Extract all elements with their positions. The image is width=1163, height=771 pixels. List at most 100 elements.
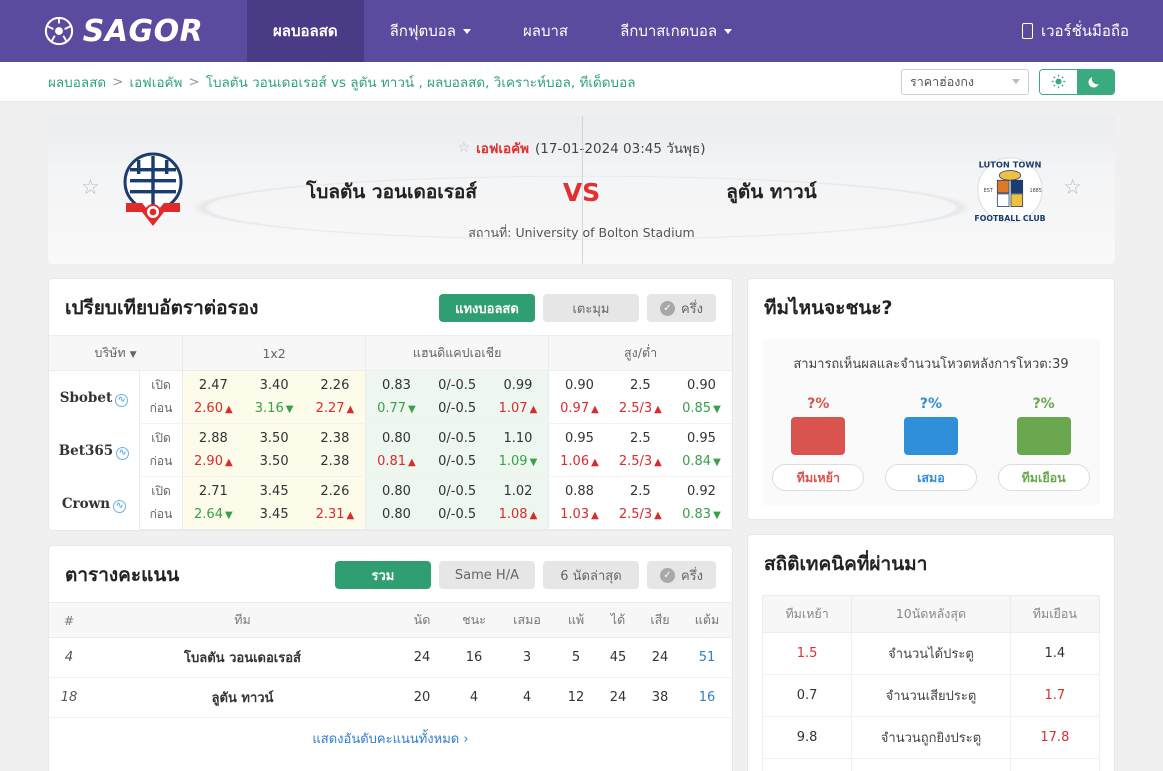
odds-ou-over[interactable]: 0.88 — [548, 476, 610, 503]
odds-1x2-away[interactable]: 2.27 ▲ — [304, 397, 366, 424]
odds-1x2-home[interactable]: 2.88 — [182, 423, 244, 450]
nav-item-basketball-leagues[interactable]: ลีกบาสเกตบอล — [594, 0, 758, 62]
odds-ah-away[interactable]: 0.99 — [487, 370, 549, 397]
table-row[interactable]: 4 โบลตัน วอนเดอเรอส์ 24 16 3 5 45 24 51 — [49, 637, 732, 678]
odds-ah-line[interactable]: 0/-0.5 — [426, 476, 488, 503]
tech-col-0: ทีมเหย้า — [761, 595, 853, 633]
odds-ah-line[interactable]: 0/-0.5 — [426, 450, 488, 477]
odds-1x2-away[interactable]: 2.38 — [304, 423, 366, 450]
odds-ou-line[interactable]: 2.5 — [609, 423, 671, 450]
odds-1x2-home[interactable]: 2.90 ▲ — [182, 450, 244, 477]
odds-ah-home[interactable]: 0.77 ▼ — [365, 397, 427, 424]
odds-1x2-away[interactable]: 2.38 — [304, 450, 366, 477]
odds-col-company[interactable]: บริษัท ▼ — [49, 335, 183, 371]
odds-1x2-draw[interactable]: 3.45 — [243, 476, 305, 503]
odds-card-title: เปรียบเทียบอัตราต่อรอง — [65, 297, 259, 319]
odds-1x2-draw[interactable]: 3.40 — [243, 370, 305, 397]
chart-circle-icon[interactable]: ∿ — [115, 394, 129, 408]
nav-item-live-scores[interactable]: ผลบอลสด — [247, 0, 364, 62]
breadcrumb-item-competition[interactable]: เอฟเอคัพ — [129, 71, 182, 93]
odds-ah-line[interactable]: 0/-0.5 — [426, 397, 488, 424]
vote-button[interactable]: ทีมเหย้า — [772, 464, 865, 491]
vote-percent: ?% — [1032, 396, 1055, 412]
theme-toggle[interactable] — [1039, 68, 1115, 95]
odds-1x2-draw[interactable]: 3.50 — [243, 450, 305, 477]
odds-ou-over[interactable]: 0.95 — [548, 423, 610, 450]
odds-1x2-draw[interactable]: 3.16 ▼ — [243, 397, 305, 424]
tab-total[interactable]: รวม — [334, 561, 431, 589]
table-row[interactable]: 18 ลูตัน ทาวน์ 20 4 4 12 24 38 16 — [49, 677, 732, 718]
odds-1x2-away[interactable]: 2.26 — [304, 370, 366, 397]
nav-item-football-leagues[interactable]: ลีกฟุตบอล — [364, 0, 497, 62]
bookmaker-name[interactable]: Bet365 ∿ — [49, 423, 140, 477]
tech-header-row: ทีมเหย้า 10นัดหลังสุด ทีมเยือน — [761, 595, 1101, 633]
bookmaker-name[interactable]: Sbobet ∿ — [49, 370, 140, 424]
vote-button[interactable]: ทีมเยือน — [997, 464, 1090, 491]
breadcrumb-item-home[interactable]: ผลบอลสด — [48, 71, 106, 93]
chevron-down-icon — [724, 28, 733, 34]
odds-ou-under[interactable]: 0.90 — [670, 370, 732, 397]
odds-ou-over[interactable]: 1.03 ▲ — [548, 503, 610, 530]
chart-circle-icon[interactable]: ∿ — [116, 447, 130, 460]
odds-ah-away[interactable]: 1.07 ▲ — [487, 397, 549, 424]
sun-icon[interactable] — [1040, 69, 1077, 94]
odds-ah-home[interactable]: 0.80 — [365, 476, 427, 503]
odds-ah-home[interactable]: 0.81 ▲ — [365, 450, 427, 477]
brand-logo-link[interactable]: SAGOR — [0, 0, 247, 62]
odds-ou-under[interactable]: 0.83 ▼ — [670, 503, 732, 530]
odds-1x2-home[interactable]: 2.60 ▲ — [182, 397, 244, 424]
tab-last-6[interactable]: 6 นัดล่าสุด — [542, 561, 639, 589]
odds-1x2-draw[interactable]: 3.45 — [243, 503, 305, 530]
standings-half-checkbox[interactable]: ✓ ครึ่ง — [646, 561, 716, 589]
odds-ah-away[interactable]: 1.02 — [487, 476, 549, 503]
odds-ah-home[interactable]: 0.83 — [365, 370, 427, 397]
odds-ou-line[interactable]: 2.5/3 ▲ — [609, 503, 671, 530]
odds-ou-line[interactable]: 2.5 — [609, 370, 671, 397]
odds-ah-home[interactable]: 0.80 — [365, 423, 427, 450]
odds-ah-away[interactable]: 1.10 — [487, 423, 549, 450]
moon-icon[interactable] — [1077, 69, 1114, 94]
odds-1x2-draw[interactable]: 3.50 — [243, 423, 305, 450]
competition-line: ☆ เอฟเอคัพ (17-01-2024 03:45 วันพุธ) — [258, 137, 905, 159]
odds-ou-over[interactable]: 1.06 ▲ — [548, 450, 610, 477]
odds-currency-select[interactable]: ราคาฮ่องกง — [901, 68, 1029, 95]
tab-corners[interactable]: เตะมุม — [542, 294, 639, 322]
odds-ou-over[interactable]: 0.90 — [548, 370, 610, 397]
odds-ou-under[interactable]: 0.95 — [670, 423, 732, 450]
odds-1x2-away[interactable]: 2.31 ▲ — [304, 503, 366, 530]
away-team-name[interactable]: ลูตัน ทาวน์ — [642, 177, 902, 207]
bookmaker-name[interactable]: Crown ∿ — [49, 476, 140, 530]
odds-ah-away[interactable]: 1.09 ▼ — [487, 450, 549, 477]
show-all-standings-link[interactable]: แสดงอันดับคะแนนทั้งหมด › — [49, 718, 732, 761]
odds-ah-line[interactable]: 0/-0.5 — [426, 423, 488, 450]
odds-ou-over[interactable]: 0.97 ▲ — [548, 397, 610, 424]
odds-1x2-away[interactable]: 2.26 — [304, 476, 366, 503]
standings-col-8: แต้ม — [682, 602, 732, 638]
odds-ou-line[interactable]: 2.5 — [609, 476, 671, 503]
home-team-name[interactable]: โบลตัน วอนเดอเรอส์ — [262, 177, 522, 207]
tab-same-ha[interactable]: Same H/A — [438, 561, 535, 589]
table-row: 0.7 จำนวนเสียประตู 1.7 — [761, 674, 1101, 717]
tech-card-title: สถิติเทคนิคที่ผ่านมา — [764, 553, 928, 575]
star-outline-icon[interactable]: ☆ — [458, 140, 471, 156]
odds-ah-line[interactable]: 0/-0.5 — [426, 503, 488, 530]
nav-item-basketball-scores[interactable]: ผลบาส — [497, 0, 594, 62]
odds-ah-line[interactable]: 0/-0.5 — [426, 370, 488, 397]
odds-half-checkbox[interactable]: ✓ ครึ่ง — [646, 294, 716, 322]
odds-ah-away[interactable]: 1.08 ▲ — [487, 503, 549, 530]
odds-1x2-home[interactable]: 2.71 — [182, 476, 244, 503]
match-banner-wrapper: ☆ ☆ ☆ เอฟเอคัพ (17-01-2024 03:45 วันพุธ)… — [0, 102, 1163, 264]
vote-button[interactable]: เสมอ — [884, 464, 977, 491]
odds-ah-home[interactable]: 0.80 — [365, 503, 427, 530]
odds-1x2-home[interactable]: 2.64 ▼ — [182, 503, 244, 530]
odds-ou-under[interactable]: 0.92 — [670, 476, 732, 503]
chart-circle-icon[interactable]: ∿ — [113, 500, 127, 513]
odds-1x2-home[interactable]: 2.47 — [182, 370, 244, 397]
odds-ou-under[interactable]: 0.85 ▼ — [670, 397, 732, 424]
nav-item-mobile-version[interactable]: เวอร์ชั่นมือถือ — [996, 0, 1163, 62]
tab-live-betting[interactable]: แทงบอลสด — [438, 294, 535, 322]
odds-ou-line[interactable]: 2.5/3 ▲ — [609, 397, 671, 424]
competition-name[interactable]: เอฟเอคัพ — [476, 137, 529, 159]
odds-ou-line[interactable]: 2.5/3 ▲ — [609, 450, 671, 477]
odds-ou-under[interactable]: 0.84 ▼ — [670, 450, 732, 477]
